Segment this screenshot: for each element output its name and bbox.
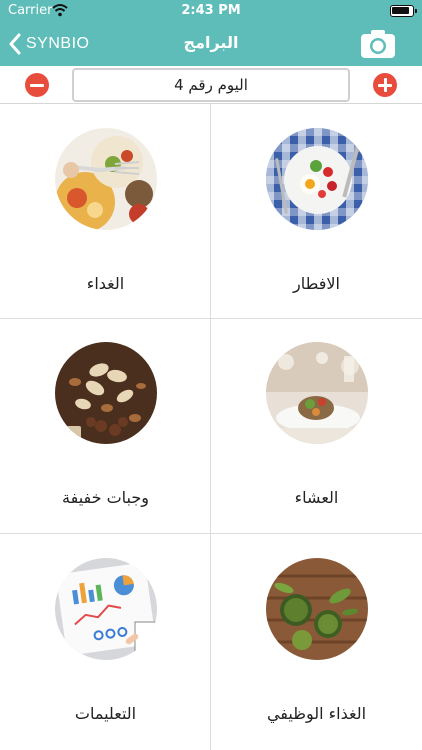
program-tile-lunch[interactable]: الغداء [0, 104, 211, 319]
program-label: وجبات خفيفة [62, 488, 149, 507]
app-header: Carrier 2:43 PM SYNBIO البرامج [0, 0, 422, 66]
snacks-photo [55, 342, 157, 444]
program-label: الغذاء الوظيفي [266, 704, 367, 723]
day-selector: اليوم رقم 4 [0, 66, 422, 104]
battery-icon [390, 5, 417, 17]
status-bar: Carrier 2:43 PM [0, 0, 422, 22]
functional-food-photo [266, 558, 368, 660]
program-label: الافطار [293, 274, 340, 293]
decrement-day-button[interactable] [25, 73, 49, 97]
day-field: اليوم رقم 4 [72, 68, 350, 102]
increment-day-button[interactable] [373, 73, 397, 97]
program-tile-dinner[interactable]: العشاء [211, 318, 422, 534]
program-tile-breakfast[interactable]: الافطار [211, 104, 422, 319]
program-tile-functional-food[interactable]: الغذاء الوظيفي [211, 534, 422, 750]
program-label: الغداء [86, 274, 125, 293]
dinner-photo [266, 342, 368, 444]
camera-icon [361, 30, 395, 58]
program-label: التعليمات [74, 704, 137, 723]
camera-button[interactable] [360, 28, 396, 60]
page-title: البرامج [183, 33, 239, 52]
programs-grid: الافطار الغداء العشاء وجبات خفيفة الغذاء… [0, 104, 422, 750]
program-label: العشاء [294, 488, 339, 507]
instructions-photo [55, 558, 157, 660]
status-time: 2:43 PM [181, 3, 241, 18]
lunch-photo [55, 128, 157, 230]
program-tile-instructions[interactable]: التعليمات [0, 534, 211, 750]
program-tile-snacks[interactable]: وجبات خفيفة [0, 318, 211, 534]
breakfast-photo [266, 128, 368, 230]
